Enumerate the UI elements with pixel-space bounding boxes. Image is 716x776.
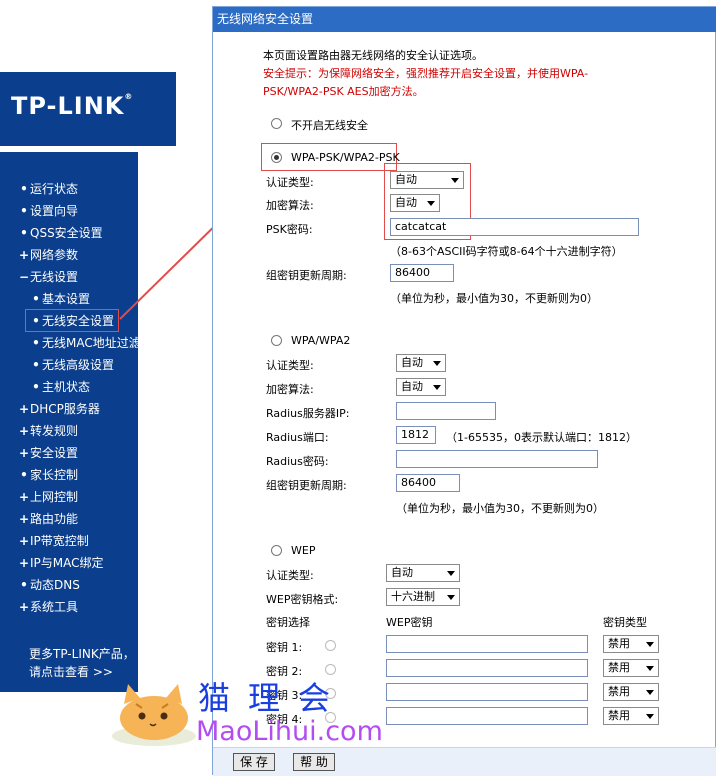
wpa-renew-hint: （单位为秒，最小值为30，不更新则为0） [396,502,604,515]
help-button[interactable]: 帮 助 [293,753,335,771]
warning-text-line2: PSK/WPA2-PSK AES加密方法。 [263,85,424,98]
wep-key1-label: 密钥 1: [266,641,303,654]
wep-key2-input[interactable] [386,659,588,677]
psk-auth-select[interactable]: 自动 [390,171,464,189]
chevron-down-icon [451,178,459,183]
chevron-down-icon [646,690,654,695]
tp-link-logo: TP-LINK® [11,92,134,120]
brand-logo-box: TP-LINK® [0,72,176,146]
psk-renew-hint: （单位为秒，最小值为30，不更新则为0） [390,292,598,305]
no-security-label: 不开启无线安全 [291,119,368,132]
button-bar: 保 存 帮 助 [213,747,716,776]
radio-wpa-psk[interactable] [271,152,282,163]
wep-format-select[interactable]: 十六进制 [386,588,460,606]
wpa-renew-label: 组密钥更新周期: [266,479,347,492]
chevron-down-icon [433,385,441,390]
sidebar-item-wireless[interactable]: −无线设置 [18,269,78,285]
sidebar-item-host-status[interactable]: • 主机状态 [30,379,90,395]
sidebar-highlight-box [25,309,119,332]
more-products-link[interactable]: 更多TP-LINK产品， 请点击查看 >> [29,645,135,681]
sidebar-item-ip-mac[interactable]: +IP与MAC绑定 [18,555,104,571]
radius-password-input[interactable] [396,450,598,468]
sidebar-item-routing[interactable]: +路由功能 [18,511,78,527]
sidebar-item-qss[interactable]: • QSS安全设置 [18,225,103,241]
sidebar-item-system-tools[interactable]: +系统工具 [18,599,78,615]
wep-key3-input[interactable] [386,683,588,701]
wep-key2-type-select[interactable]: 禁用 [603,659,659,677]
sidebar-item-mac-filter[interactable]: • 无线MAC地址过滤 [30,335,141,351]
main-panel: 无线网络安全设置 本页面设置路由器无线网络的安全认证选项。 安全提示：为保障网络… [212,6,716,776]
psk-password-input[interactable]: catcatcat [390,218,639,236]
intro-text: 本页面设置路由器无线网络的安全认证选项。 [263,49,483,62]
chevron-down-icon [433,361,441,366]
chevron-down-icon [447,571,455,576]
wep-col-type: 密钥类型 [603,616,647,629]
wpa-auth-select[interactable]: 自动 [396,354,446,372]
sidebar-item-wireless-advanced[interactable]: • 无线高级设置 [30,357,114,373]
radius-port-label: Radius端口: [266,431,329,444]
wpa-renew-input[interactable]: 86400 [396,474,460,492]
wep-auth-label: 认证类型: [266,569,314,582]
sidebar-item-wizard[interactable]: • 设置向导 [18,203,78,219]
wpa-enc-select[interactable]: 自动 [396,378,446,396]
radius-password-label: Radius密码: [266,455,329,468]
wpa-auth-label: 认证类型: [266,359,314,372]
radius-port-hint: （1-65535，0表示默认端口：1812） [446,431,637,444]
watermark-url: MaoLihui.com [196,716,383,747]
psk-enc-label: 加密算法: [266,199,314,212]
psk-enc-select[interactable]: 自动 [390,194,440,212]
chevron-down-icon [646,666,654,671]
sidebar-item-dhcp[interactable]: +DHCP服务器 [18,401,100,417]
wep-key4-type-select[interactable]: 禁用 [603,707,659,725]
sidebar-item-security[interactable]: +安全设置 [18,445,78,461]
sidebar-item-forwarding[interactable]: +转发规则 [18,423,78,439]
chevron-down-icon [427,201,435,206]
panel-title: 无线网络安全设置 [213,7,716,32]
cat-mascot-icon [112,684,196,746]
sidebar-item-network[interactable]: +网络参数 [18,247,78,263]
psk-renew-input[interactable]: 86400 [390,264,454,282]
psk-password-label: PSK密码: [266,223,313,236]
radius-port-input[interactable]: 1812 [396,426,436,444]
sidebar-item-bandwidth[interactable]: +IP带宽控制 [18,533,89,549]
psk-password-hint: （8-63个ASCII码字符或8-64个十六进制字符） [390,245,623,258]
watermark-chinese: 猫理会 [198,679,349,717]
radius-ip-label: Radius服务器IP: [266,407,350,420]
wep-auth-select[interactable]: 自动 [386,564,460,582]
wep-label: WEP [291,544,316,557]
wpa-enc-label: 加密算法: [266,383,314,396]
radio-wep[interactable] [271,545,282,556]
radius-ip-input[interactable] [396,402,496,420]
sidebar-item-status[interactable]: • 运行状态 [18,181,78,197]
chevron-down-icon [646,642,654,647]
radio-no-security[interactable] [271,118,282,129]
wep-key1-type-select[interactable]: 禁用 [603,635,659,653]
wep-key3-type-select[interactable]: 禁用 [603,683,659,701]
save-button[interactable]: 保 存 [233,753,275,771]
sidebar-item-parental[interactable]: • 家长控制 [18,467,78,483]
warning-text-line1: 安全提示：为保障网络安全，强烈推荐开启安全设置，并使用WPA- [263,67,589,80]
radio-wpa-enterprise[interactable] [271,335,282,346]
wep-col-select: 密钥选择 [266,616,310,629]
chevron-down-icon [447,595,455,600]
wep-key1-radio[interactable] [325,640,336,651]
psk-renew-label: 组密钥更新周期: [266,269,347,282]
sidebar-item-ddns[interactable]: • 动态DNS [18,577,80,593]
wep-key1-input[interactable] [386,635,588,653]
psk-auth-label: 认证类型: [266,176,314,189]
wep-format-label: WEP密钥格式: [266,593,339,606]
wep-key4-input[interactable] [386,707,588,725]
wpa-label: WPA/WPA2 [291,334,351,347]
wep-col-key: WEP密钥 [386,616,433,629]
chevron-down-icon [646,714,654,719]
sidebar-item-wireless-basic[interactable]: • 基本设置 [30,291,90,307]
sidebar-item-access-control[interactable]: +上网控制 [18,489,78,505]
